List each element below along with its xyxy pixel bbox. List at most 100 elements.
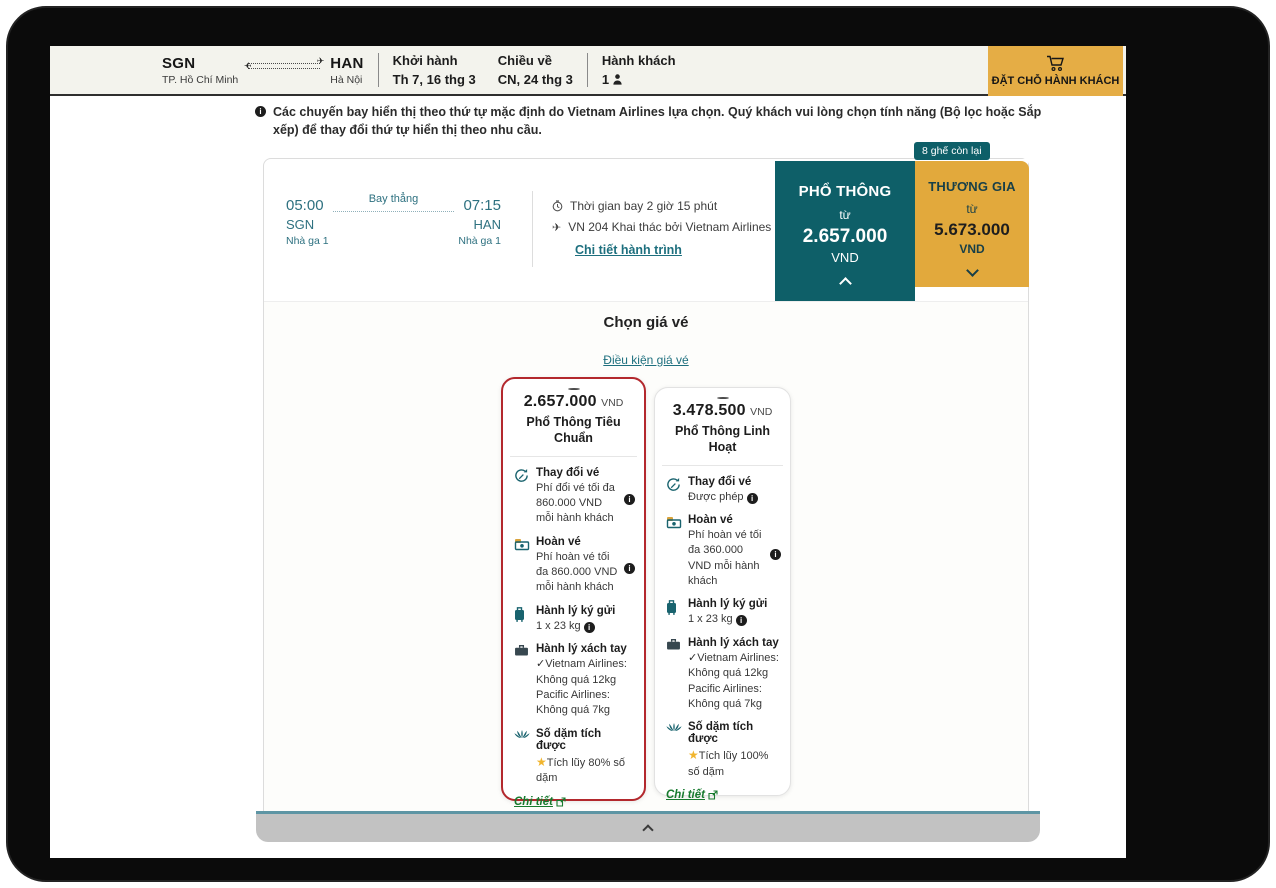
clock-icon [552, 200, 563, 212]
business-price: 5.673.000 [934, 220, 1010, 240]
change-ticket-icon [666, 477, 682, 505]
divider [587, 53, 588, 87]
checked-baggage-icon [666, 599, 682, 627]
checked-baggage-icon [514, 606, 530, 634]
info-icon[interactable] [624, 563, 635, 574]
chevron-up-icon [839, 277, 852, 290]
fare-detail-link[interactable]: Chi tiết [666, 789, 779, 801]
flight-results-page: SGN TP. Hồ Chí Minh ✈ ✈ HAN Hà Nội Khởi … [50, 46, 1126, 858]
divider [510, 456, 637, 457]
info-icon[interactable] [736, 615, 747, 626]
fare-price: 2.657.000 [524, 393, 597, 410]
origin-code: SGN [162, 55, 238, 72]
carry-on-baggage-icon [514, 644, 530, 719]
device-frame: SGN TP. Hồ Chí Minh ✈ ✈ HAN Hà Nội Khởi … [6, 6, 1270, 882]
feature-miles: Số dặm tích được ★Tích lũy 100% số dặm [666, 721, 779, 780]
booking-cart-button[interactable]: ĐẶT CHỖ HÀNH KHÁCH [988, 46, 1123, 96]
info-icon[interactable] [584, 622, 595, 633]
check-icon: ✓ [688, 652, 697, 664]
external-link-icon [556, 797, 566, 807]
departure-time: 05:00 [286, 197, 329, 214]
fare-section-title: Chọn giá vé [264, 314, 1028, 331]
sort-notice: Các chuyến bay hiển thị theo thứ tự mặc … [255, 103, 1063, 139]
economy-cabin-button[interactable]: PHỔ THÔNG từ 2.657.000 VND [775, 161, 915, 301]
arrival-block: 07:15 HAN Nhà ga 1 [458, 197, 501, 247]
feature-carry-on: Hành lý xách tay ✓Vietnam Airlines: Khôn… [514, 643, 633, 719]
passengers-label: Hành khách [602, 53, 676, 68]
fare-price: 3.478.500 [673, 402, 746, 419]
refund-ticket-icon [666, 515, 682, 590]
fare-radio[interactable] [717, 397, 729, 399]
feature-miles: Số dặm tích được ★Tích lũy 80% số dặm [514, 728, 633, 787]
fare-conditions-link[interactable]: Điều kiện giá vé [603, 353, 688, 367]
depart-date: Th 7, 16 thg 3 [393, 72, 476, 87]
cart-icon [1046, 55, 1065, 72]
change-ticket-icon [514, 468, 530, 527]
business-cabin-button[interactable]: THƯƠNG GIA từ 5.673.000 VND [915, 161, 1029, 287]
passenger-summary[interactable]: Hành khách 1 [602, 53, 676, 87]
check-icon: ✓ [536, 658, 545, 670]
cart-button-label: ĐẶT CHỖ HÀNH KHÁCH [992, 75, 1120, 87]
star-icon: ★ [536, 755, 547, 769]
outbound-plane-icon: ✈ [317, 57, 325, 66]
fare-detail-link[interactable]: Chi tiết [514, 796, 633, 808]
destination-summary: HAN Hà Nội [330, 55, 363, 86]
info-icon[interactable] [624, 494, 635, 505]
return-date-summary[interactable]: Chiều về CN, 24 thg 3 [498, 53, 573, 87]
chevron-up-icon [642, 824, 653, 835]
economy-from-label: từ [839, 208, 850, 222]
departure-block: 05:00 SGN Nhà ga 1 [286, 197, 329, 247]
origin-summary: SGN TP. Hồ Chí Minh [162, 55, 238, 86]
fare-radio[interactable] [568, 388, 580, 390]
round-trip-icon: ✈ ✈ [248, 63, 320, 69]
fare-card-flexible[interactable]: 3.478.500 VND Phổ Thông Linh Hoạt Thay đ… [654, 387, 791, 796]
fare-selection-area: Chọn giá vé Điều kiện giá vé 2.657.000 V… [264, 301, 1028, 812]
flight-result-card: 05:00 SGN Nhà ga 1 Bay thẳng 07:15 HAN N… [263, 158, 1029, 811]
fare-name: Phổ Thông Linh Hoạt [666, 423, 779, 456]
economy-cabin-name: PHỔ THÔNG [799, 183, 892, 200]
economy-price: 2.657.000 [803, 226, 888, 248]
destination-code: HAN [330, 55, 363, 72]
refund-ticket-icon [514, 537, 530, 596]
direct-flight-label: Bay thẳng [333, 193, 455, 205]
flight-summary-row: 05:00 SGN Nhà ga 1 Bay thẳng 07:15 HAN N… [264, 159, 1028, 301]
fare-currency: VND [750, 406, 772, 418]
arrival-terminal: Nhà ga 1 [458, 235, 501, 247]
collapse-bar[interactable] [256, 811, 1040, 842]
arrival-airport: HAN [458, 217, 501, 232]
return-date: CN, 24 thg 3 [498, 72, 573, 87]
info-icon[interactable] [770, 549, 781, 560]
departure-airport: SGN [286, 217, 329, 232]
flight-meta: Thời gian bay 2 giờ 15 phút ✈ VN 204 Kha… [552, 199, 796, 259]
fare-name: Phổ Thông Tiêu Chuẩn [514, 414, 633, 447]
external-link-icon [708, 790, 718, 800]
route-summary[interactable]: SGN TP. Hồ Chí Minh ✈ ✈ HAN Hà Nội [162, 55, 364, 86]
flight-operator: VN 204 Khai thác bởi Vietnam Airlines [568, 220, 771, 234]
divider [532, 191, 533, 267]
feature-change: Thay đổi vé Phí đổi vé tối đa 860.000 VN… [514, 467, 633, 527]
flight-duration: Thời gian bay 2 giờ 15 phút [570, 199, 717, 213]
business-currency: VND [959, 242, 984, 256]
depart-label: Khởi hành [393, 53, 476, 68]
fare-currency: VND [601, 397, 623, 409]
depart-date-summary[interactable]: Khởi hành Th 7, 16 thg 3 [393, 53, 476, 87]
return-label: Chiều về [498, 53, 573, 68]
feature-carry-on: Hành lý xách tay ✓Vietnam Airlines: Khôn… [666, 637, 779, 713]
inbound-plane-icon: ✈ [244, 62, 252, 71]
fare-card-standard[interactable]: 2.657.000 VND Phổ Thông Tiêu Chuẩn Thay … [501, 377, 646, 801]
chevron-down-icon [966, 264, 979, 277]
business-from-label: từ [966, 202, 977, 216]
itinerary-detail-link[interactable]: Chi tiết hành trình [575, 243, 682, 257]
divider [662, 465, 783, 466]
origin-city: TP. Hồ Chí Minh [162, 74, 238, 86]
info-icon[interactable] [747, 493, 758, 504]
flight-times: 05:00 SGN Nhà ga 1 Bay thẳng 07:15 HAN N… [286, 197, 501, 247]
info-icon [255, 106, 266, 117]
star-icon: ★ [688, 748, 699, 762]
feature-refund: Hoàn vé Phí hoàn vé tối đa 360.000 VND m… [666, 514, 779, 590]
sort-notice-text: Các chuyến bay hiển thị theo thứ tự mặc … [273, 103, 1063, 139]
search-summary-bar: SGN TP. Hồ Chí Minh ✈ ✈ HAN Hà Nội Khởi … [50, 46, 1126, 96]
miles-icon [514, 729, 530, 787]
flight-path: Bay thẳng [333, 197, 455, 247]
feature-checked-baggage: Hành lý ký gửi 1 x 23 kg [666, 598, 779, 627]
